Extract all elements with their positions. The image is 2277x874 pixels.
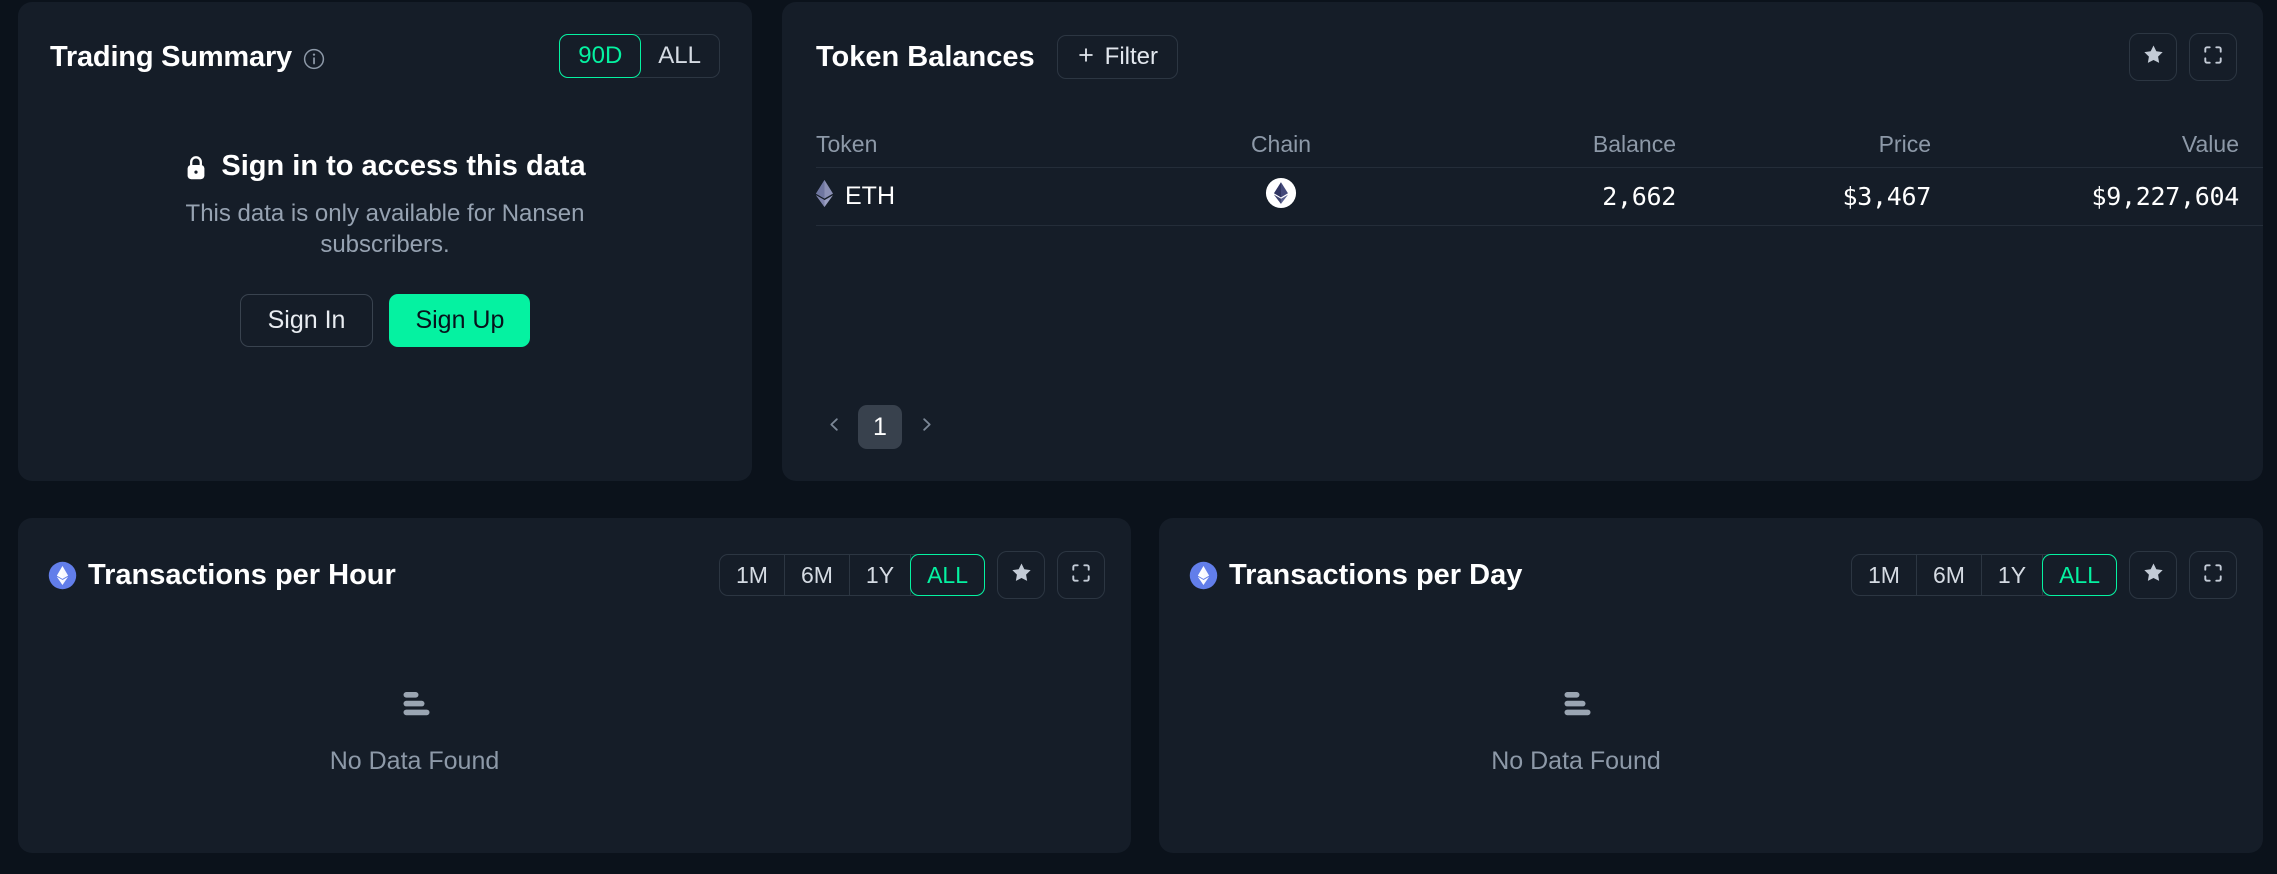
expand-icon	[1070, 562, 1092, 589]
table-header-row: Token Chain Balance Price Value	[816, 122, 2263, 168]
dashboard-page: Trading Summary 90D ALL Sign in to acces…	[0, 0, 2277, 874]
cell-price: $3,467	[1842, 182, 1931, 211]
transactions-per-hour-controls: 1M 6M 1Y ALL	[719, 551, 1105, 599]
star-icon	[2142, 561, 2165, 589]
table-row[interactable]: ETH 2,662 $3,467 $9,227,604	[816, 168, 2263, 226]
ethereum-icon	[816, 179, 833, 214]
page-title: Trading Summary	[50, 40, 292, 73]
plus-icon	[1077, 43, 1095, 71]
chevron-right-icon	[918, 416, 935, 438]
expand-button[interactable]	[2189, 33, 2237, 81]
empty-state: No Data Found	[18, 686, 1131, 776]
locked-subtext: This data is only available for Nansen s…	[185, 200, 585, 258]
no-data-bars-icon	[397, 686, 433, 722]
locked-heading: Sign in to access this data	[221, 150, 586, 182]
cell-chain	[1136, 177, 1426, 216]
transactions-per-day-title: Transactions per Day	[1229, 558, 1523, 591]
token-balances-panel: Token Balances Filter Token Chain Balanc…	[782, 2, 2263, 481]
favorite-button[interactable]	[2129, 33, 2177, 81]
filter-button-label: Filter	[1104, 43, 1159, 70]
empty-state: No Data Found	[1159, 686, 2263, 776]
transactions-per-hour-range-toggle[interactable]: 1M 6M 1Y ALL	[719, 554, 985, 596]
pagination-page-1[interactable]: 1	[858, 405, 902, 449]
range-option-1m[interactable]: 1M	[1852, 555, 1917, 595]
transactions-per-day-title-wrap: Transactions per Day	[1189, 559, 1522, 592]
transactions-per-day-controls: 1M 6M 1Y ALL	[1851, 551, 2237, 599]
star-icon	[1010, 561, 1033, 589]
transactions-per-day-panel: Transactions per Day 1M 6M 1Y ALL No Dat…	[1159, 518, 2263, 853]
favorite-button[interactable]	[997, 551, 1045, 599]
transactions-per-day-range-toggle[interactable]: 1M 6M 1Y ALL	[1851, 554, 2117, 596]
column-header-chain[interactable]: Chain	[1136, 131, 1426, 158]
transactions-per-hour-panel: Transactions per Hour 1M 6M 1Y ALL No Da…	[18, 518, 1131, 853]
cell-value: $9,227,604	[2091, 182, 2239, 211]
range-option-all[interactable]: ALL	[910, 554, 985, 596]
range-option-6m[interactable]: 6M	[1917, 555, 1982, 595]
range-option-all[interactable]: ALL	[2042, 554, 2117, 596]
chevron-left-icon	[826, 416, 843, 438]
token-balances-actions	[2129, 33, 2237, 81]
transactions-per-hour-title: Transactions per Hour	[88, 558, 396, 591]
sign-up-button[interactable]: Sign Up	[389, 293, 531, 347]
cell-token: ETH	[816, 179, 1136, 214]
column-header-value[interactable]: Value	[1931, 131, 2239, 158]
column-header-balance[interactable]: Balance	[1426, 131, 1676, 158]
pagination: 1	[816, 405, 944, 449]
no-data-bars-icon	[1558, 686, 1594, 722]
column-header-price[interactable]: Price	[1676, 131, 1931, 158]
ethereum-badge-icon	[48, 561, 77, 590]
range-option-6m[interactable]: 6M	[785, 555, 850, 595]
locked-buttons: Sign In Sign Up	[18, 293, 752, 347]
token-balances-table: Token Chain Balance Price Value ETH 2,66…	[816, 122, 2263, 226]
expand-icon	[2202, 44, 2224, 71]
pagination-next-button[interactable]	[908, 407, 944, 447]
transactions-per-hour-title-wrap: Transactions per Hour	[48, 559, 396, 592]
expand-button[interactable]	[2189, 551, 2237, 599]
column-header-token[interactable]: Token	[816, 131, 1136, 158]
sign-in-button[interactable]: Sign In	[239, 293, 374, 347]
expand-button[interactable]	[1057, 551, 1105, 599]
range-option-1m[interactable]: 1M	[720, 555, 785, 595]
empty-state-text: No Data Found	[329, 747, 500, 775]
token-balances-header: Token Balances Filter	[816, 32, 2237, 82]
trading-summary-header: Trading Summary 90D ALL	[50, 34, 720, 80]
star-icon	[2142, 43, 2165, 71]
range-option-all[interactable]: ALL	[640, 35, 719, 77]
range-option-90d[interactable]: 90D	[559, 34, 642, 78]
transactions-per-hour-header: Transactions per Hour 1M 6M 1Y ALL	[48, 550, 1105, 600]
token-balances-title: Token Balances	[816, 40, 1035, 73]
locked-heading-row: Sign in to access this data	[18, 150, 752, 183]
range-option-1y[interactable]: 1Y	[850, 555, 912, 595]
ethereum-chain-icon	[1265, 177, 1297, 216]
trading-summary-range-toggle[interactable]: 90D ALL	[559, 34, 720, 78]
empty-state-text: No Data Found	[1491, 747, 1661, 775]
pagination-prev-button[interactable]	[816, 407, 852, 447]
lock-icon	[184, 154, 208, 182]
favorite-button[interactable]	[2129, 551, 2177, 599]
filter-button[interactable]: Filter	[1056, 35, 1179, 79]
info-circle-icon[interactable]	[303, 48, 325, 70]
locked-data-block: Sign in to access this data This data is…	[18, 150, 752, 347]
cell-balance: 2,662	[1602, 182, 1676, 211]
ethereum-badge-icon	[1189, 561, 1218, 590]
expand-icon	[2202, 562, 2224, 589]
range-option-1y[interactable]: 1Y	[1982, 555, 2044, 595]
trading-summary-panel: Trading Summary 90D ALL Sign in to acces…	[18, 2, 752, 481]
transactions-per-day-header: Transactions per Day 1M 6M 1Y ALL	[1189, 550, 2237, 600]
token-symbol: ETH	[845, 182, 895, 210]
